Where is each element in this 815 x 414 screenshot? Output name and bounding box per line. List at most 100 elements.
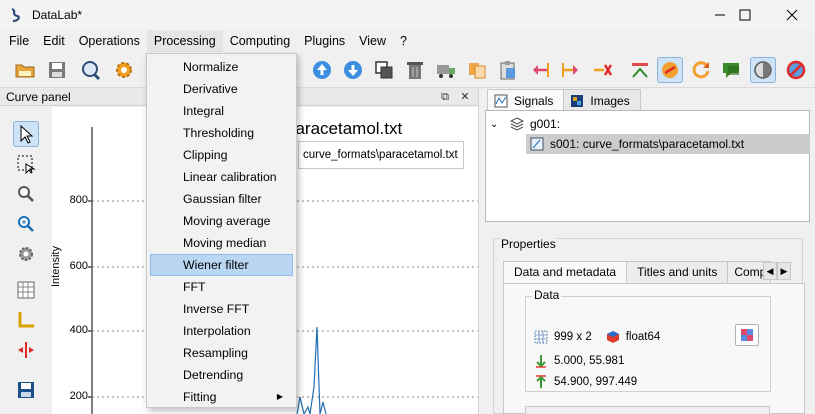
menu-file[interactable]: File bbox=[2, 30, 36, 52]
y-tick-label: 200 bbox=[69, 390, 88, 402]
settings-button[interactable] bbox=[111, 57, 137, 83]
menu-help[interactable]: ? bbox=[393, 30, 414, 52]
menu-edit[interactable]: Edit bbox=[36, 30, 72, 52]
move-down-button[interactable] bbox=[340, 57, 366, 83]
dock-close-button[interactable]: ✕ bbox=[458, 90, 472, 104]
menu-item-clipping[interactable]: Clipping bbox=[150, 144, 293, 166]
dock-float-button[interactable]: ⧉ bbox=[438, 90, 452, 104]
refresh-icon bbox=[692, 61, 710, 79]
grid-icon bbox=[17, 281, 35, 299]
signal-icon bbox=[494, 94, 508, 107]
duplicate-button[interactable] bbox=[371, 57, 397, 83]
magnifier-icon bbox=[82, 61, 101, 81]
tab-signals-label: Signals bbox=[514, 93, 554, 108]
tree-group-row[interactable]: ⌄ g001: bbox=[490, 114, 560, 134]
menu-item-gaussian-filter[interactable]: Gaussian filter bbox=[150, 188, 293, 210]
copy-metadata-button[interactable] bbox=[464, 57, 490, 83]
y-tick-label: 800 bbox=[69, 194, 88, 206]
arrow-down-min-icon bbox=[536, 355, 546, 368]
menu-item-resampling[interactable]: Resampling bbox=[150, 342, 293, 364]
zoom-tool-button[interactable] bbox=[13, 181, 39, 207]
open-h5-button[interactable] bbox=[12, 57, 38, 83]
maximize-button[interactable] bbox=[722, 0, 768, 30]
axes-button[interactable] bbox=[13, 307, 39, 333]
annotations-button[interactable] bbox=[627, 57, 653, 83]
signal-icon bbox=[530, 137, 544, 151]
comment-button[interactable] bbox=[718, 57, 744, 83]
save-plot-button[interactable] bbox=[13, 377, 39, 403]
data-group-title: Data bbox=[532, 288, 562, 302]
browse-button[interactable] bbox=[77, 57, 103, 83]
dtype-value: float64 bbox=[625, 331, 661, 343]
menu-item-fft[interactable]: FFT bbox=[150, 276, 293, 298]
menu-item-interpolation[interactable]: Interpolation bbox=[150, 320, 293, 342]
dtype-cube-icon bbox=[606, 331, 619, 343]
tab-scroll-buttons: ◀ ▶ bbox=[763, 262, 791, 280]
remove-button[interactable] bbox=[527, 57, 553, 83]
delete-button[interactable] bbox=[402, 57, 428, 83]
tab-signals[interactable]: Signals bbox=[487, 89, 565, 111]
menu-processing[interactable]: Processing bbox=[146, 30, 223, 52]
arrow-left-icon bbox=[533, 63, 549, 77]
menu-item-wiener-filter[interactable]: Wiener filter bbox=[150, 254, 293, 276]
paste-metadata-button[interactable] bbox=[495, 57, 521, 83]
plot-settings-button[interactable] bbox=[13, 241, 39, 267]
delete-all-button[interactable] bbox=[589, 57, 615, 83]
forbidden-icon bbox=[786, 60, 806, 80]
menu-item-inverse-fft[interactable]: Inverse FFT bbox=[150, 298, 293, 320]
no-roi-button[interactable] bbox=[783, 57, 809, 83]
save-h5-button[interactable] bbox=[44, 57, 70, 83]
close-button[interactable] bbox=[769, 0, 815, 30]
menu-item-fitting[interactable]: Fitting ▶ bbox=[150, 386, 293, 408]
menu-item-moving-average[interactable]: Moving average bbox=[150, 210, 293, 232]
close-icon bbox=[786, 9, 798, 21]
move-up-button[interactable] bbox=[309, 57, 335, 83]
cross-marker-icon bbox=[18, 342, 34, 358]
menu-item-normalize[interactable]: Normalize bbox=[150, 56, 293, 78]
duplicate-icon bbox=[375, 61, 393, 79]
cross-section-button[interactable] bbox=[13, 337, 39, 363]
zoom-icon bbox=[18, 186, 34, 202]
menu-plugins[interactable]: Plugins bbox=[297, 30, 352, 52]
menu-item-detrending[interactable]: Detrending bbox=[150, 364, 293, 386]
tab-images[interactable]: Images bbox=[563, 89, 641, 111]
data-info-button[interactable] bbox=[735, 324, 759, 346]
properties-title: Properties bbox=[501, 237, 556, 251]
menu-computing[interactable]: Computing bbox=[223, 30, 297, 52]
tree-signal-label: s001: curve_formats\paracetamol.txt bbox=[550, 137, 745, 151]
tab-data-metadata[interactable]: Data and metadata bbox=[503, 261, 628, 283]
grid-button[interactable] bbox=[13, 277, 39, 303]
tree-signal-row[interactable]: s001: curve_formats\paracetamol.txt bbox=[526, 134, 810, 154]
menu-item-derivative[interactable]: Derivative bbox=[150, 78, 293, 100]
autoscale-button[interactable] bbox=[13, 211, 39, 237]
min-value: 5.000, 55.981 bbox=[554, 355, 625, 367]
menu-item-linear-calibration[interactable]: Linear calibration bbox=[150, 166, 293, 188]
auto-refresh-toggle[interactable] bbox=[657, 57, 683, 83]
scroll-right-icon[interactable]: ▶ bbox=[777, 262, 791, 280]
select-tool-button[interactable] bbox=[13, 121, 39, 147]
title-bar: DataLab* bbox=[0, 0, 815, 30]
menu-item-fitting-label: Fitting bbox=[183, 390, 217, 404]
right-pane: Signals Images ⌄ g001: s001: curve_forma… bbox=[478, 88, 815, 414]
chevron-down-icon[interactable]: ⌄ bbox=[490, 119, 504, 130]
menu-operations[interactable]: Operations bbox=[72, 30, 147, 52]
menu-item-integral[interactable]: Integral bbox=[150, 100, 293, 122]
clipboard-icon bbox=[500, 61, 515, 80]
rect-zoom-tool-button[interactable] bbox=[13, 151, 39, 177]
arrow-right-icon bbox=[562, 63, 578, 77]
convert-button[interactable] bbox=[433, 57, 459, 83]
properties-tabs: Data and metadata Titles and units Compu bbox=[503, 261, 772, 283]
menu-item-moving-median[interactable]: Moving median bbox=[150, 232, 293, 254]
panel-tabs: Signals Images bbox=[487, 89, 641, 111]
add-button[interactable] bbox=[558, 57, 584, 83]
comment-icon bbox=[723, 63, 739, 78]
trash-icon bbox=[407, 62, 423, 79]
gear-icon bbox=[19, 247, 33, 261]
menu-item-thresholding[interactable]: Thresholding bbox=[150, 122, 293, 144]
tab-titles-units[interactable]: Titles and units bbox=[626, 261, 729, 283]
refresh-button[interactable] bbox=[688, 57, 714, 83]
show-titles-toggle[interactable] bbox=[750, 57, 776, 83]
scroll-left-icon[interactable]: ◀ bbox=[763, 262, 777, 280]
menu-view[interactable]: View bbox=[352, 30, 393, 52]
refresh-auto-icon bbox=[662, 62, 678, 78]
